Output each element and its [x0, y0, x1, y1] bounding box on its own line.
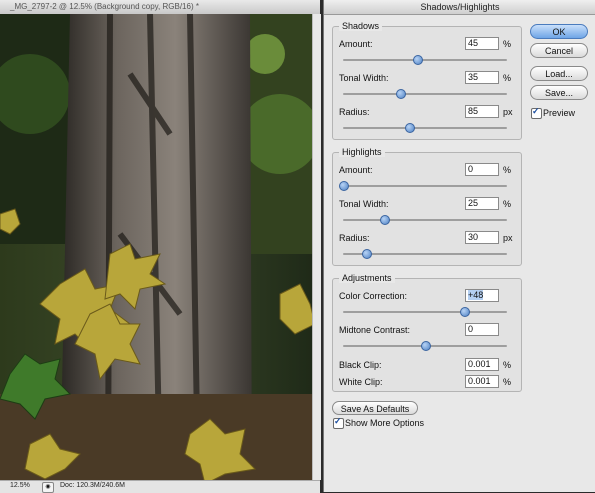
black-clip-field[interactable]: 0.001 [465, 358, 499, 371]
highlights-amount-label: Amount: [339, 165, 373, 175]
highlights-group: Highlights Amount: 0 % Tonal Width: 25 %… [332, 147, 522, 266]
shadows-tonal-width-slider[interactable] [343, 89, 507, 99]
shadows-tonal-width-label: Tonal Width: [339, 73, 389, 83]
color-correction-label: Color Correction: [339, 291, 408, 301]
forest-photo [0, 14, 312, 480]
preview-checkbox[interactable] [531, 106, 542, 119]
white-clip-unit: % [503, 377, 512, 387]
black-clip-unit: % [503, 360, 512, 370]
shadows-radius-field[interactable]: 85 [465, 105, 499, 118]
slider-thumb[interactable] [339, 181, 349, 191]
shadows-radius-label: Radius: [339, 107, 370, 117]
status-menu-icon[interactable]: ◉ [42, 482, 54, 493]
shadows-radius-unit: px [503, 107, 513, 117]
highlights-radius-slider[interactable] [343, 249, 507, 259]
white-clip-field[interactable]: 0.001 [465, 375, 499, 388]
document-title: _MG_2797-2 @ 12.5% (Background copy, RGB… [10, 2, 199, 11]
slider-thumb[interactable] [396, 89, 407, 99]
shadows-amount-slider[interactable] [343, 55, 507, 65]
cancel-button[interactable]: Cancel [530, 43, 588, 58]
save-as-defaults-button[interactable]: Save As Defaults [332, 401, 418, 415]
highlights-amount-slider[interactable] [339, 181, 507, 191]
adjustments-label: Adjustments [339, 273, 395, 283]
dialog-title: Shadows/Highlights [420, 2, 500, 12]
highlights-tonal-width-slider[interactable] [343, 215, 507, 225]
document-window: _MG_2797-2 @ 12.5% (Background copy, RGB… [0, 0, 321, 493]
highlights-amount-field[interactable]: 0 [465, 163, 499, 176]
show-more-options-label: Show More Options [345, 418, 425, 428]
shadows-tonal-width-unit: % [503, 73, 512, 83]
shadows-amount-label: Amount: [339, 39, 373, 49]
highlights-label: Highlights [339, 147, 385, 157]
ok-button[interactable]: OK [530, 24, 588, 39]
midtone-contrast-field[interactable]: 0 [465, 323, 499, 336]
load-button[interactable]: Load... [530, 66, 588, 81]
shadows-group: Shadows Amount: 45 % Tonal Width: 35 % R… [332, 21, 522, 140]
color-correction-slider[interactable] [343, 307, 507, 317]
preview-label: Preview [543, 108, 576, 118]
photo-canvas[interactable] [0, 14, 312, 480]
shadows-amount-unit: % [503, 39, 512, 49]
slider-thumb[interactable] [404, 123, 415, 133]
highlights-radius-field[interactable]: 30 [465, 231, 499, 244]
highlights-radius-unit: px [503, 233, 513, 243]
document-titlebar[interactable]: _MG_2797-2 @ 12.5% (Background copy, RGB… [0, 0, 320, 15]
adjustments-group: Adjustments Color Correction: +48 Midton… [332, 273, 522, 392]
shadows-tonal-width-field[interactable]: 35 [465, 71, 499, 84]
show-more-options-checkbox[interactable] [333, 416, 344, 429]
highlights-amount-unit: % [503, 165, 512, 175]
status-bar: 12.5% ◉ Doc: 120.3M/240.6M [0, 480, 320, 493]
highlights-tonal-width-label: Tonal Width: [339, 199, 389, 209]
shadows-radius-slider[interactable] [343, 123, 507, 133]
shadows-highlights-dialog: Shadows/Highlights Shadows Amount: 45 % … [323, 0, 595, 492]
doc-size[interactable]: Doc: 120.3M/240.6M [60, 482, 125, 489]
highlights-tonal-width-field[interactable]: 25 [465, 197, 499, 210]
highlights-radius-label: Radius: [339, 233, 370, 243]
shadows-amount-field[interactable]: 45 [465, 37, 499, 50]
slider-thumb[interactable] [412, 55, 423, 65]
dialog-titlebar[interactable]: Shadows/Highlights [324, 0, 595, 15]
shadows-label: Shadows [339, 21, 383, 31]
vertical-scrollbar[interactable] [312, 14, 321, 480]
zoom-level[interactable]: 12.5% [10, 482, 30, 489]
color-correction-field[interactable]: +48 [465, 289, 499, 302]
slider-thumb[interactable] [380, 215, 390, 225]
save-button[interactable]: Save... [530, 85, 588, 100]
white-clip-label: White Clip: [339, 377, 383, 387]
midtone-contrast-label: Midtone Contrast: [339, 325, 411, 335]
highlights-tonal-width-unit: % [503, 199, 512, 209]
slider-thumb[interactable] [421, 341, 431, 351]
midtone-contrast-slider[interactable] [343, 341, 507, 351]
slider-thumb[interactable] [460, 307, 471, 317]
slider-thumb[interactable] [361, 249, 372, 259]
black-clip-label: Black Clip: [339, 360, 382, 370]
